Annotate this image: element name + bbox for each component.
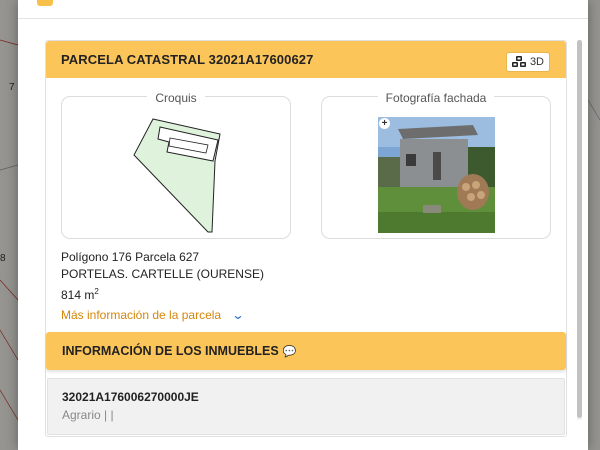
view-3d-button[interactable]: 3D xyxy=(505,52,550,72)
more-parcel-info-label: Más información de la parcela xyxy=(61,308,222,322)
parcel-info: Polígono 176 Parcela 627 PORTELAS. CARTE… xyxy=(61,249,264,304)
facade-photo-panel: Fotografía fachada + xyxy=(321,91,551,239)
parcel-area-value: 814 m xyxy=(61,288,95,302)
parcel-polygon-line: Polígono 176 Parcela 627 xyxy=(61,250,200,264)
facade-photo-label: Fotografía fachada xyxy=(377,91,495,105)
parcel-info-modal: PARCELA CATASTRAL 32021A17600627 3D Croq… xyxy=(18,0,588,450)
scrollbar[interactable] xyxy=(577,40,582,420)
comment-icon: 💬 xyxy=(282,346,297,358)
croquis-panel: Croquis xyxy=(61,91,291,239)
parcel-title: PARCELA CATASTRAL 32021A17600627 xyxy=(61,52,314,67)
inmuebles-section-header: INFORMACIÓN DE LOS INMUEBLES 💬 xyxy=(46,332,566,370)
croquis-label: Croquis xyxy=(147,91,205,105)
inmueble-reference: 32021A176006270000JE xyxy=(62,390,199,404)
plus-icon[interactable]: + xyxy=(379,118,390,129)
inmueble-item[interactable]: 32021A176006270000JE Agrario | | xyxy=(47,378,565,435)
parcel-area: 814 m2 xyxy=(61,283,264,304)
parcel-card-header: PARCELA CATASTRAL 32021A17600627 3D xyxy=(46,41,566,78)
parcel-card: PARCELA CATASTRAL 32021A17600627 3D Croq… xyxy=(45,40,567,437)
parcel-area-exponent: 2 xyxy=(94,287,99,296)
facade-photo[interactable]: + xyxy=(378,117,495,233)
inmueble-use: Agrario | | xyxy=(62,408,114,422)
parcel-sketch[interactable] xyxy=(62,97,290,238)
facade-photo-image xyxy=(378,117,495,233)
folder-icon[interactable] xyxy=(37,0,53,6)
scrollbar-thumb[interactable] xyxy=(577,40,582,418)
view-3d-label: 3D xyxy=(529,56,544,68)
modal-top-bar xyxy=(18,0,588,19)
more-parcel-info-link[interactable]: Más información de la parcela ⌄ xyxy=(61,308,245,322)
inmuebles-title: INFORMACIÓN DE LOS INMUEBLES 💬 xyxy=(62,344,296,358)
chevron-down-icon[interactable]: ⌄ xyxy=(232,308,245,322)
inmuebles-title-text: INFORMACIÓN DE LOS INMUEBLES xyxy=(62,344,279,358)
cubes-icon xyxy=(511,56,526,67)
parcel-location-line: PORTELAS. CARTELLE (OURENSE) xyxy=(61,267,264,281)
